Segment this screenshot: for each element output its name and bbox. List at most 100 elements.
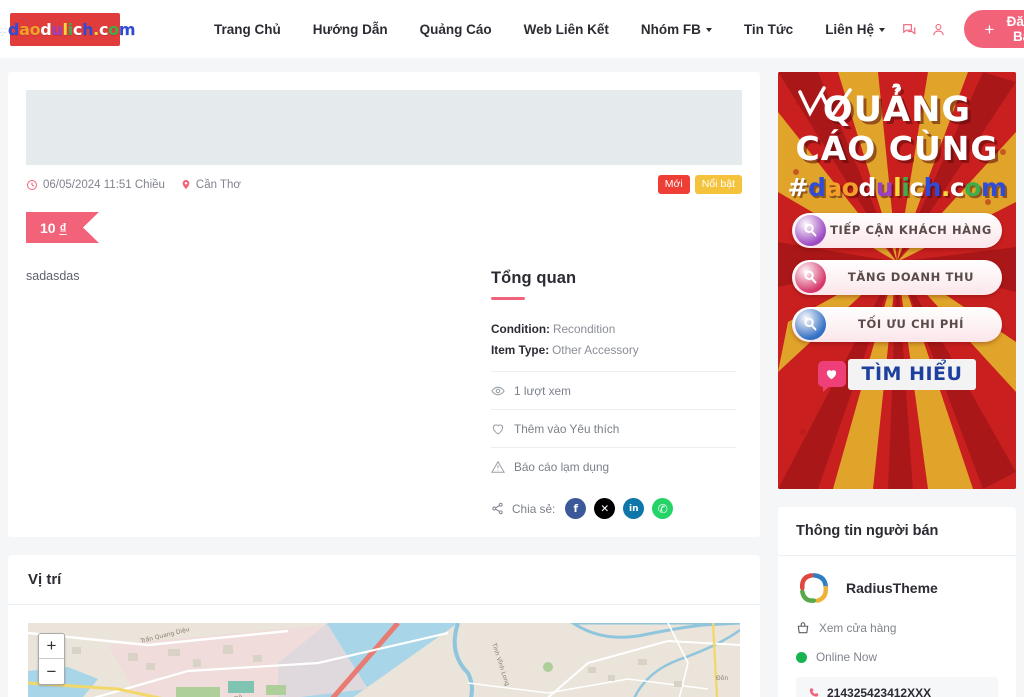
- spec-row-0: Condition: Recondition: [491, 322, 736, 336]
- logo-text: #daodulich.com: [0, 19, 136, 39]
- status-badge-0: Mới: [657, 175, 690, 194]
- seller-identity: RadiusTheme: [796, 570, 998, 606]
- share-icon: [492, 502, 503, 515]
- chevron-down-icon: [878, 28, 885, 32]
- logo-letter-5: u: [875, 172, 894, 202]
- logo-letter-8: c: [909, 172, 924, 202]
- action-row-1[interactable]: Thêm vào Yêu thích: [491, 410, 736, 448]
- map-pin-icon: [182, 179, 190, 190]
- price-ribbon: 10 ₫: [26, 212, 99, 243]
- listing-body: sadasdas Tổng quan Condition: Recondition…: [26, 269, 742, 519]
- nav-item-5[interactable]: Tin Tức: [728, 22, 809, 37]
- logo-letter-0: #: [787, 172, 808, 202]
- logo-letter-4: d: [858, 172, 876, 202]
- status-badge-1: Nổi bật: [694, 175, 742, 194]
- chevron-down-icon: [705, 28, 712, 32]
- listing-card: 06/05/2024 11:51 Chiều Cần Thơ Mới Nổi bậ…: [8, 72, 760, 537]
- action-row-label: 1 lượt xem: [514, 384, 571, 398]
- site-logo[interactable]: #daodulich.com: [0, 12, 136, 46]
- price-amount: 10: [40, 219, 56, 236]
- magnifier-icon: [795, 214, 826, 246]
- logo-letter-11: c: [949, 172, 965, 202]
- post-ad-button[interactable]: + Đăng Bài: [964, 10, 1024, 48]
- ad-benefit-pills: TIẾP CẬN KHÁCH HÀNG TĂNG DOANH THU TỐI ƯU …: [778, 212, 1016, 354]
- view-store-link[interactable]: Xem cửa hàng: [796, 621, 998, 635]
- map-container[interactable]: + − Trần Quang DiệuNguyễn ĐệTỉnh Vĩnh Lo…: [28, 623, 740, 697]
- listing-date: 06/05/2024 11:51 Chiều: [26, 179, 165, 191]
- price-text: 10 ₫: [40, 220, 67, 236]
- logo-letter-3: o: [841, 172, 859, 202]
- ad-content: ? QUẢNG CÁO CÙNG #daodulich.com TIẾP CẬN…: [778, 72, 1016, 489]
- map-zoom-controls[interactable]: + −: [38, 633, 65, 685]
- map-zoom-in[interactable]: +: [39, 634, 64, 659]
- logo-letter-12: o: [108, 19, 119, 39]
- magnifier-icon: [795, 261, 826, 293]
- spec-list: Condition: Recondition Item Type: Other Acc…: [491, 322, 736, 357]
- eye-icon: [491, 384, 505, 398]
- seller-phone-number: 214325423412XXX: [827, 686, 932, 697]
- main-navigation: Trang Chủ Hướng Dẫn Quảng Cáo Web Liên Kết N…: [198, 22, 901, 37]
- logo-letter-4: d: [40, 19, 52, 39]
- nav-item-1[interactable]: Hướng Dẫn: [297, 22, 404, 37]
- action-row-0[interactable]: 1 lượt xem: [491, 372, 736, 410]
- nav-item-0[interactable]: Trang Chủ: [198, 22, 297, 37]
- listing-meta: 06/05/2024 11:51 Chiều Cần Thơ Mới Nổi bậ…: [26, 175, 742, 194]
- plus-icon: +: [984, 19, 995, 39]
- nav-item-2[interactable]: Quảng Cáo: [404, 22, 508, 37]
- logo-letter-0: #: [0, 20, 8, 39]
- location-card: Vị trí + − Trần Quang Diệu Tỉnh Vĩnh Lon…: [8, 555, 760, 697]
- share-whatsapp-icon[interactable]: ✆: [652, 498, 674, 519]
- online-dot-icon: [796, 651, 807, 663]
- share-row: Chia sẻ: f ✕ in ✆: [491, 485, 736, 519]
- logo-letter-12: o: [964, 172, 981, 202]
- logo-letter-1: d: [7, 19, 20, 39]
- online-status: Online Now: [796, 650, 998, 664]
- title-underline: [491, 297, 525, 300]
- seller-card-body: RadiusTheme Xem cửa hàng Online Now 2143…: [778, 556, 1016, 697]
- logo-letter-13: m: [118, 19, 136, 39]
- chat-icon[interactable]: [901, 19, 918, 40]
- share-facebook-icon[interactable]: f: [565, 498, 587, 519]
- gallery-placeholder[interactable]: [26, 90, 742, 165]
- listing-location: Cần Thơ: [181, 178, 241, 191]
- nav-item-label: Trang Chủ: [214, 21, 281, 37]
- logo-letter-10: .: [940, 172, 951, 202]
- phone-icon: [809, 688, 819, 697]
- spec-label: Condition:: [491, 322, 550, 336]
- share-linkedin-icon[interactable]: in: [623, 498, 645, 519]
- nav-item-label: Tin Tức: [743, 21, 794, 37]
- magnifier-icon: [795, 308, 826, 340]
- seller-phone[interactable]: 214325423412XXX: [796, 677, 998, 697]
- map-zoom-out[interactable]: −: [39, 659, 64, 684]
- clock-icon: [27, 179, 37, 190]
- ad-pill-label: TIẾP CẬN KHÁCH HÀNG: [830, 223, 992, 238]
- header-actions: + Đăng Bài: [901, 10, 1024, 48]
- seller-name: RadiusTheme: [846, 580, 938, 596]
- share-buttons: f ✕ in ✆: [565, 498, 674, 519]
- ad-title-line2: CÁO CÙNG: [795, 128, 999, 168]
- action-row-2[interactable]: Báo cáo lạm dụng: [491, 448, 736, 485]
- view-store-label: Xem cửa hàng: [819, 621, 897, 635]
- spec-value: Other Accessory: [552, 343, 639, 357]
- logo-letter-13: m: [980, 172, 1007, 202]
- seller-avatar[interactable]: [796, 570, 832, 606]
- nav-item-4[interactable]: Nhóm FB: [625, 22, 728, 37]
- ad-pill-2: TỐI ƯU CHI PHÍ: [792, 306, 1002, 342]
- ad-cta[interactable]: TÌM HIỂU: [817, 358, 977, 393]
- user-icon[interactable]: [931, 20, 946, 39]
- action-row-label: Báo cáo lạm dụng: [514, 460, 610, 474]
- site-header: #daodulich.com Trang Chủ Hướng Dẫn Quảng C…: [0, 0, 1024, 58]
- ad-logo-text: #daodulich.com: [787, 172, 1007, 202]
- nav-item-3[interactable]: Web Liên Kết: [508, 22, 625, 37]
- spec-row-1: Item Type: Other Accessory: [491, 343, 736, 357]
- ad-pill-label: TỐI ƯU CHI PHÍ: [858, 317, 964, 332]
- main-column: 06/05/2024 11:51 Chiều Cần Thơ Mới Nổi bậ…: [8, 72, 760, 697]
- nav-item-6[interactable]: Liên Hệ: [809, 22, 901, 37]
- location-title: Vị trí: [8, 555, 760, 605]
- check-marks-icon: [798, 86, 852, 120]
- advertisement-banner[interactable]: ? QUẢNG CÁO CÙNG #daodulich.com TIẾP CẬN…: [778, 72, 1016, 489]
- logo-letter-9: h: [923, 172, 942, 202]
- action-row-label: Thêm vào Yêu thích: [514, 422, 620, 436]
- share-label: Chia sẻ:: [512, 501, 556, 516]
- share-x-twitter-icon[interactable]: ✕: [594, 498, 616, 519]
